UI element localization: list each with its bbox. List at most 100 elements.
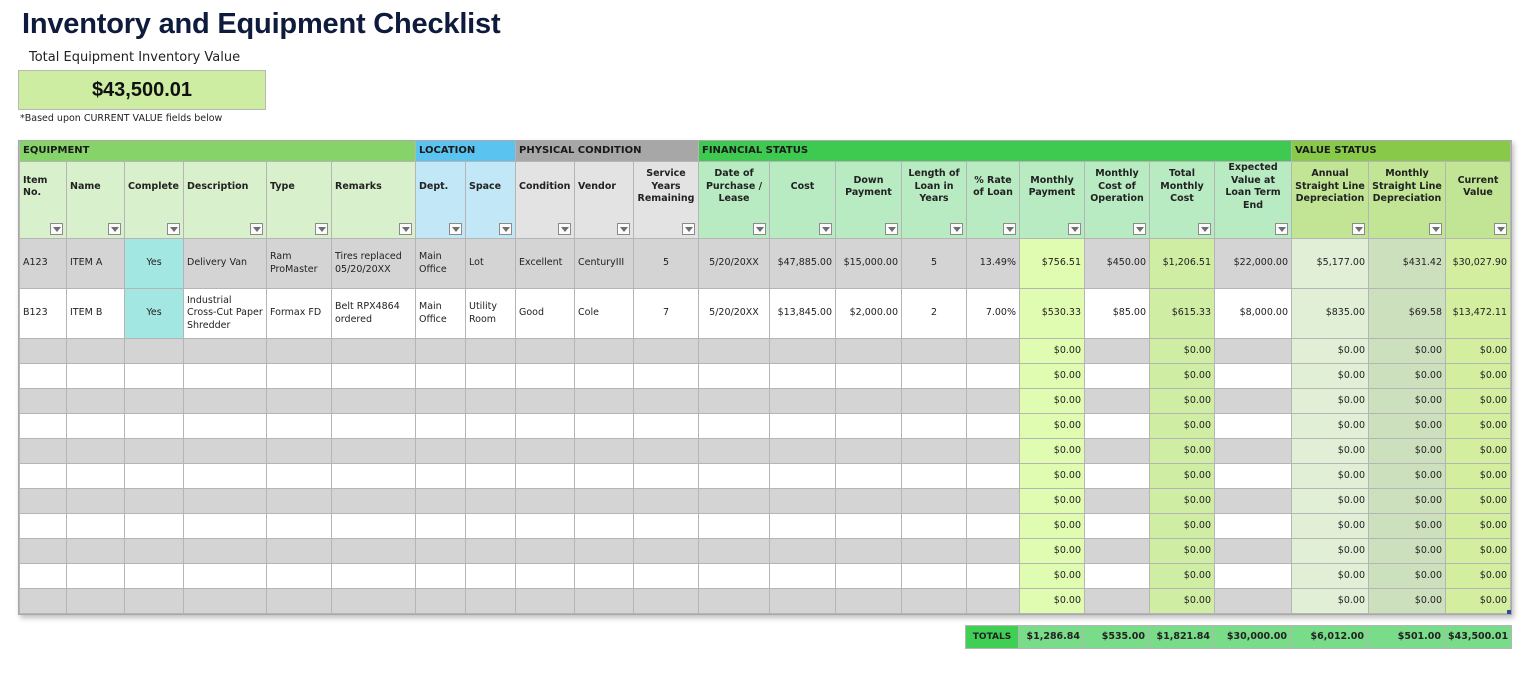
cell-down-payment[interactable] (835, 563, 902, 589)
cell-length-of-loan-in-years[interactable] (901, 413, 967, 439)
cell-expected-value-at-loan-term-end[interactable] (1214, 513, 1292, 539)
cell-complete[interactable] (124, 413, 184, 439)
cell-monthly-payment[interactable]: $756.51 (1019, 238, 1085, 289)
cell-monthly-straight-line-depreciation[interactable]: $0.00 (1368, 388, 1446, 414)
filter-dropdown-button[interactable] (1494, 223, 1507, 235)
cell-monthly-straight-line-depreciation[interactable]: $431.42 (1368, 238, 1446, 289)
cell-remarks[interactable] (331, 338, 416, 364)
cell-cost[interactable] (769, 488, 836, 514)
filter-dropdown-button[interactable] (50, 223, 63, 235)
cell-service-years-remaining[interactable] (633, 388, 699, 414)
cell-remarks[interactable] (331, 363, 416, 389)
cell-monthly-payment[interactable]: $0.00 (1019, 438, 1085, 464)
cell-expected-value-at-loan-term-end[interactable] (1214, 588, 1292, 614)
cell-vendor[interactable] (574, 388, 634, 414)
cell-down-payment[interactable] (835, 338, 902, 364)
filter-dropdown-button[interactable] (753, 223, 766, 235)
cell-expected-value-at-loan-term-end[interactable] (1214, 388, 1292, 414)
cell-remarks[interactable] (331, 563, 416, 589)
filter-dropdown-button[interactable] (449, 223, 462, 235)
filter-dropdown-button[interactable] (682, 223, 695, 235)
cell-space[interactable] (465, 413, 516, 439)
cell-cost[interactable] (769, 338, 836, 364)
cell-service-years-remaining[interactable] (633, 438, 699, 464)
filter-dropdown-button[interactable] (617, 223, 630, 235)
cell-condition[interactable] (515, 438, 575, 464)
cell-service-years-remaining[interactable] (633, 363, 699, 389)
cell-current-value[interactable]: $0.00 (1445, 438, 1511, 464)
cell-complete[interactable] (124, 538, 184, 564)
filter-dropdown-button[interactable] (167, 223, 180, 235)
cell-name[interactable] (66, 338, 125, 364)
cell-description[interactable]: Delivery Van (183, 238, 267, 289)
cell-item-no[interactable]: A123 (19, 238, 67, 289)
cell-date-of-purchase-lease[interactable] (698, 438, 770, 464)
cell-service-years-remaining[interactable] (633, 463, 699, 489)
cell-name[interactable] (66, 413, 125, 439)
cell-name[interactable]: ITEM A (66, 238, 125, 289)
cell-expected-value-at-loan-term-end[interactable]: $8,000.00 (1214, 288, 1292, 339)
cell-remarks[interactable] (331, 538, 416, 564)
cell-complete[interactable] (124, 488, 184, 514)
cell-service-years-remaining[interactable] (633, 413, 699, 439)
cell-remarks[interactable] (331, 513, 416, 539)
cell-type[interactable] (266, 488, 332, 514)
cell-space[interactable] (465, 538, 516, 564)
cell-condition[interactable] (515, 538, 575, 564)
cell-annual-straight-line-depreciation[interactable]: $5,177.00 (1291, 238, 1369, 289)
cell-down-payment[interactable]: $2,000.00 (835, 288, 902, 339)
cell-length-of-loan-in-years[interactable] (901, 563, 967, 589)
cell-annual-straight-line-depreciation[interactable]: $0.00 (1291, 488, 1369, 514)
cell-annual-straight-line-depreciation[interactable]: $0.00 (1291, 413, 1369, 439)
cell-complete[interactable]: Yes (124, 288, 184, 339)
cell-dept[interactable] (415, 388, 466, 414)
cell-service-years-remaining[interactable] (633, 538, 699, 564)
cell-annual-straight-line-depreciation[interactable]: $0.00 (1291, 513, 1369, 539)
cell-down-payment[interactable] (835, 463, 902, 489)
cell-vendor[interactable] (574, 538, 634, 564)
cell-condition[interactable] (515, 413, 575, 439)
filter-dropdown-button[interactable] (819, 223, 832, 235)
cell-item-no[interactable] (19, 413, 67, 439)
cell-annual-straight-line-depreciation[interactable]: $0.00 (1291, 588, 1369, 614)
cell-vendor[interactable] (574, 488, 634, 514)
cell-vendor[interactable] (574, 438, 634, 464)
cell-condition[interactable] (515, 513, 575, 539)
cell-down-payment[interactable]: $15,000.00 (835, 238, 902, 289)
cell-condition[interactable] (515, 363, 575, 389)
cell-monthly-cost-of-operation[interactable] (1084, 388, 1150, 414)
cell-name[interactable] (66, 388, 125, 414)
cell-dept[interactable] (415, 438, 466, 464)
cell-item-no[interactable] (19, 438, 67, 464)
cell-down-payment[interactable] (835, 488, 902, 514)
cell-dept[interactable] (415, 563, 466, 589)
cell-expected-value-at-loan-term-end[interactable] (1214, 488, 1292, 514)
cell-name[interactable] (66, 438, 125, 464)
cell-item-no[interactable] (19, 513, 67, 539)
cell-cost[interactable] (769, 563, 836, 589)
cell-dept[interactable]: Main Office (415, 288, 466, 339)
cell-total-monthly-cost[interactable]: $0.00 (1149, 363, 1215, 389)
cell-monthly-cost-of-operation[interactable] (1084, 488, 1150, 514)
cell-space[interactable] (465, 438, 516, 464)
cell-name[interactable] (66, 488, 125, 514)
cell-name[interactable] (66, 588, 125, 614)
cell-type[interactable] (266, 563, 332, 589)
cell-item-no[interactable] (19, 538, 67, 564)
cell-monthly-payment[interactable]: $0.00 (1019, 413, 1085, 439)
cell-total-monthly-cost[interactable]: $0.00 (1149, 488, 1215, 514)
cell-rate-of-loan[interactable] (966, 488, 1020, 514)
cell-down-payment[interactable] (835, 538, 902, 564)
cell-monthly-straight-line-depreciation[interactable]: $0.00 (1368, 438, 1446, 464)
cell-rate-of-loan[interactable] (966, 588, 1020, 614)
cell-date-of-purchase-lease[interactable] (698, 588, 770, 614)
cell-dept[interactable] (415, 538, 466, 564)
cell-vendor[interactable] (574, 363, 634, 389)
cell-rate-of-loan[interactable] (966, 513, 1020, 539)
cell-monthly-cost-of-operation[interactable] (1084, 413, 1150, 439)
cell-space[interactable] (465, 388, 516, 414)
cell-name[interactable]: ITEM B (66, 288, 125, 339)
cell-dept[interactable] (415, 463, 466, 489)
cell-remarks[interactable] (331, 488, 416, 514)
cell-space[interactable] (465, 463, 516, 489)
